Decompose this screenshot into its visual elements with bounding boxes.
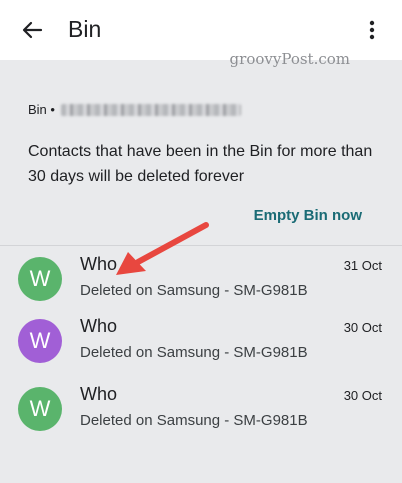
bin-info-text: Contacts that have been in the Bin for m… (28, 143, 373, 185)
more-vert-icon (369, 20, 375, 40)
watermark: groovyPost.com (229, 50, 350, 68)
contact-deleted-info: Deleted on Samsung - SM-G981B (80, 282, 308, 299)
bin-account-label: Bin • (28, 102, 55, 117)
avatar: W (18, 319, 62, 363)
contact-date: 30 Oct (343, 320, 382, 335)
empty-bin-button[interactable]: Empty Bin now (254, 207, 362, 224)
page-title: Bin (68, 16, 102, 42)
bin-account-line: Bin • (28, 102, 241, 117)
contact-name: Who (80, 384, 118, 404)
contact-row[interactable]: W Who Deleted on Samsung - SM-G981B 31 O… (0, 248, 402, 310)
contact-date: 31 Oct (343, 258, 382, 273)
contact-name: Who (80, 316, 118, 336)
redacted-email (60, 103, 241, 116)
contact-deleted-info: Deleted on Samsung - SM-G981B (80, 344, 308, 361)
avatar: W (18, 257, 62, 301)
arrow-back-icon (22, 21, 43, 39)
contact-name: Who (80, 254, 118, 274)
contact-date: 30 Oct (343, 388, 382, 403)
avatar: W (18, 387, 62, 431)
back-button[interactable] (16, 14, 48, 46)
divider (0, 245, 402, 246)
contact-deleted-info: Deleted on Samsung - SM-G981B (80, 412, 308, 429)
bin-screen: Bin groovyPost.com Bin • Contacts that h… (0, 0, 402, 483)
contact-row[interactable]: W Who Deleted on Samsung - SM-G981B 30 O… (0, 378, 402, 440)
contact-row[interactable]: W Who Deleted on Samsung - SM-G981B 30 O… (0, 310, 402, 372)
more-options-button[interactable] (360, 14, 384, 46)
